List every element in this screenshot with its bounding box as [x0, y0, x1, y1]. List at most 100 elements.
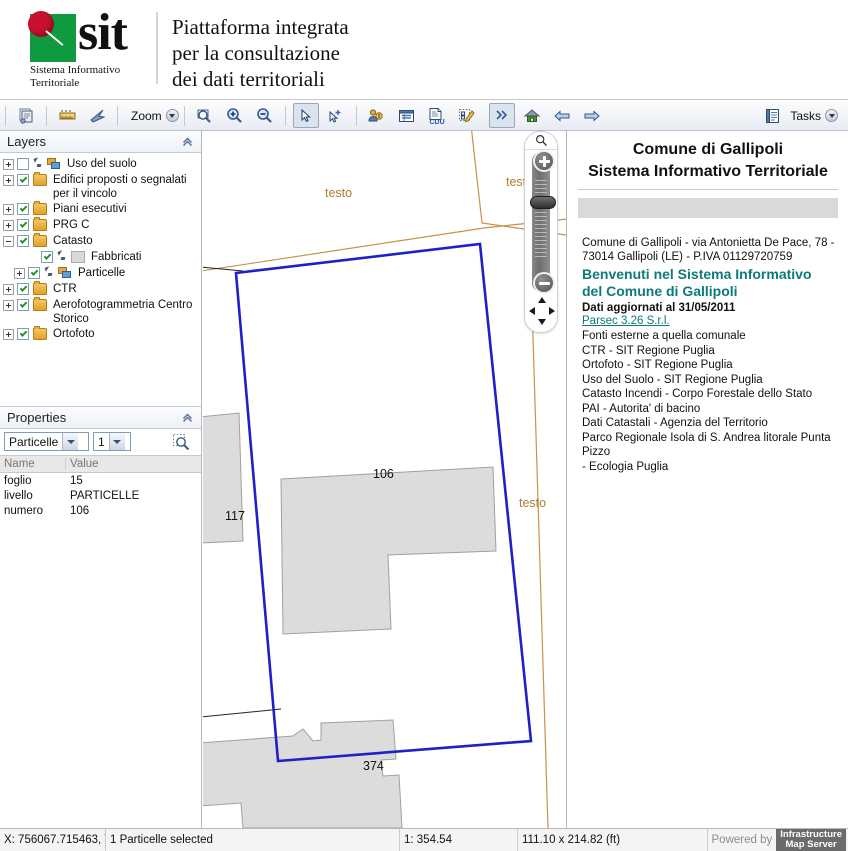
info-source-item: Fonti esterne a quella comunale: [582, 330, 746, 342]
logo-wordmark: sit: [78, 4, 128, 61]
layer-row[interactable]: Uso del suolo: [0, 157, 201, 172]
tasks-icon[interactable]: [759, 103, 785, 128]
expand-icon[interactable]: [3, 175, 14, 186]
select-add-icon[interactable]: [323, 103, 349, 128]
tasks-chevron-down-icon[interactable]: [825, 109, 838, 122]
layer-visibility-checkbox[interactable]: [17, 299, 29, 311]
toolbar-separator: [183, 105, 185, 126]
layer-row[interactable]: PRG C: [0, 217, 201, 233]
column-header-name: Name: [0, 458, 66, 470]
layer-visibility-checkbox[interactable]: [17, 219, 29, 231]
map-canvas[interactable]: testo testo testo 106 117 374: [203, 131, 567, 828]
home-icon[interactable]: [519, 103, 545, 128]
back-icon[interactable]: [549, 103, 575, 128]
collapse-icon[interactable]: [3, 236, 14, 247]
layer-visibility-checkbox[interactable]: [17, 328, 29, 340]
layer-row[interactable]: Piani esecutivi: [0, 201, 201, 217]
zoom-in-icon[interactable]: [222, 103, 248, 128]
layer-row[interactable]: Edifici proposti o segnalati per il vinc…: [0, 172, 201, 201]
zoom-menu-label[interactable]: Zoom: [123, 109, 166, 123]
layer-label: PRG C: [53, 219, 90, 231]
info-source-item: Parco Regionale Isola di S. Andrea litor…: [582, 431, 831, 459]
property-zoom-to-selection-button[interactable]: [171, 432, 191, 452]
zoom-rectangle-icon[interactable]: [192, 103, 218, 128]
cdu-icon[interactable]: CDU: [424, 103, 450, 128]
tasks-label[interactable]: Tasks: [790, 109, 821, 123]
map-zoom-in-icon[interactable]: [533, 150, 555, 172]
layer-visibility-checkbox[interactable]: [41, 251, 53, 263]
edit-feature-icon[interactable]: [454, 103, 480, 128]
expand-icon[interactable]: [3, 329, 14, 340]
layer-row[interactable]: Aerofotogrammetria Centro Storico: [0, 297, 201, 326]
layers-panel: Layers Uso del suolo Edifici proposti o s…: [0, 131, 201, 406]
layers-panel-title: Layers: [7, 134, 47, 149]
layer-row[interactable]: Fabbricati: [0, 250, 201, 265]
status-scale: 1: 354.54: [400, 829, 518, 851]
map-navigation-widget[interactable]: [524, 131, 558, 333]
attributes-icon[interactable]: [394, 103, 420, 128]
status-selection-count: 1 Particelle selected: [106, 829, 400, 851]
app-header: sit Sistema Informativo Territoriale Pia…: [0, 0, 848, 100]
chevron-down-icon[interactable]: [165, 109, 179, 122]
main-toolbar: Zoom CDU Tasks: [0, 100, 848, 131]
property-name: foglio: [4, 474, 32, 487]
expand-panel-icon[interactable]: [489, 103, 516, 128]
forward-icon[interactable]: [579, 103, 605, 128]
property-layer-select[interactable]: Particelle: [4, 432, 89, 451]
layer-row[interactable]: CTR: [0, 281, 201, 297]
pan-right-icon: [549, 307, 555, 315]
properties-panel: Properties Particelle 1 Name Value fogli…: [0, 406, 201, 828]
layers-collapse-icon[interactable]: [180, 134, 195, 149]
properties-collapse-icon[interactable]: [180, 410, 195, 425]
svg-text:CDU: CDU: [430, 119, 445, 125]
chevron-down-icon[interactable]: [62, 433, 79, 450]
layer-label: Aerofotogrammetria Centro Storico: [53, 299, 193, 325]
chevron-down-icon[interactable]: [108, 433, 125, 450]
layer-visibility-checkbox[interactable]: [17, 158, 29, 170]
layer-row[interactable]: Particelle: [0, 266, 201, 281]
map-search-icon[interactable]: [525, 132, 557, 150]
property-name: numero: [4, 504, 43, 517]
toolbar-separator: [284, 105, 286, 126]
layer-row[interactable]: Catasto: [0, 233, 201, 249]
map-pan-control[interactable]: [528, 294, 556, 328]
layer-row[interactable]: Ortofoto: [0, 326, 201, 342]
map-zoom-slider-thumb[interactable]: [530, 196, 556, 209]
buffer-icon[interactable]: [84, 103, 110, 128]
info-panel-divider: [578, 189, 838, 190]
map-zoom-slider[interactable]: [530, 150, 556, 294]
info-source-item: - Ecologia Puglia: [582, 460, 669, 473]
info-source-item: Uso del Suolo - SIT Regione Puglia: [582, 373, 763, 386]
properties-table-body: foglio 15 livello PARTICELLE numero 106: [0, 473, 201, 518]
layer-visibility-checkbox[interactable]: [17, 174, 29, 186]
expand-icon[interactable]: [3, 159, 14, 170]
layer-label: Edifici proposti o segnalati per il vinc…: [53, 174, 187, 200]
owner-info-icon[interactable]: [364, 103, 390, 128]
property-row: foglio 15: [0, 473, 201, 488]
select-pointer-icon[interactable]: [292, 103, 319, 128]
property-index-value: 1: [98, 434, 105, 449]
expand-icon[interactable]: [3, 204, 14, 215]
measure-icon[interactable]: [54, 103, 80, 128]
properties-table: Name Value foglio 15 livello PARTICELLE nume…: [0, 455, 201, 555]
property-index-select[interactable]: 1: [93, 432, 131, 451]
selectable-layer-icon: [57, 251, 68, 263]
property-value: 106: [70, 504, 90, 517]
layers-panel-header: Layers: [0, 131, 201, 153]
expand-icon[interactable]: [14, 268, 25, 279]
expand-icon[interactable]: [3, 220, 14, 231]
expand-icon[interactable]: [3, 300, 14, 311]
zoom-out-icon[interactable]: [252, 103, 278, 128]
map-zoom-out-icon[interactable]: [533, 272, 555, 294]
layer-visibility-checkbox[interactable]: [17, 235, 29, 247]
folder-icon: [33, 217, 47, 231]
info-source-item: Dati Catastali - Agenzia del Territorio: [582, 417, 768, 429]
expand-icon[interactable]: [3, 284, 14, 295]
powered-by-label: Powered by: [711, 834, 773, 846]
layer-visibility-checkbox[interactable]: [28, 267, 40, 279]
info-credit-link[interactable]: Parsec 3.26 S.r.l.: [582, 315, 838, 327]
status-bar: X: 756067.715463, Y: 1 Particelle select…: [0, 828, 848, 851]
print-map-icon[interactable]: [13, 103, 39, 128]
layer-visibility-checkbox[interactable]: [17, 203, 29, 215]
layer-visibility-checkbox[interactable]: [17, 283, 29, 295]
